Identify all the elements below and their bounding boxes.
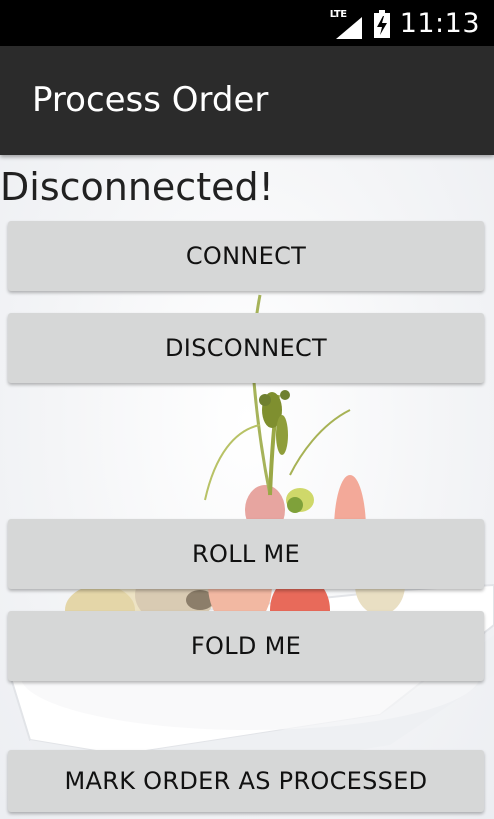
signal-icon: LTE xyxy=(330,9,364,39)
battery-charging-icon xyxy=(373,9,390,38)
mark-order-processed-button[interactable]: MARK ORDER AS PROCESSED xyxy=(8,750,484,812)
connect-button[interactable]: CONNECT xyxy=(8,221,484,291)
fold-me-button[interactable]: FOLD ME xyxy=(8,611,484,681)
page-title: Process Order xyxy=(32,80,269,120)
clock: 11:13 xyxy=(399,8,480,39)
connection-status-text: Disconnected! xyxy=(0,165,274,209)
status-icons: LTE 11:13 xyxy=(330,8,480,39)
disconnect-button[interactable]: DISCONNECT xyxy=(8,313,484,383)
roll-me-button[interactable]: ROLL ME xyxy=(8,519,484,589)
status-bar: LTE 11:13 xyxy=(0,0,494,46)
app-bar: Process Order xyxy=(0,46,494,155)
